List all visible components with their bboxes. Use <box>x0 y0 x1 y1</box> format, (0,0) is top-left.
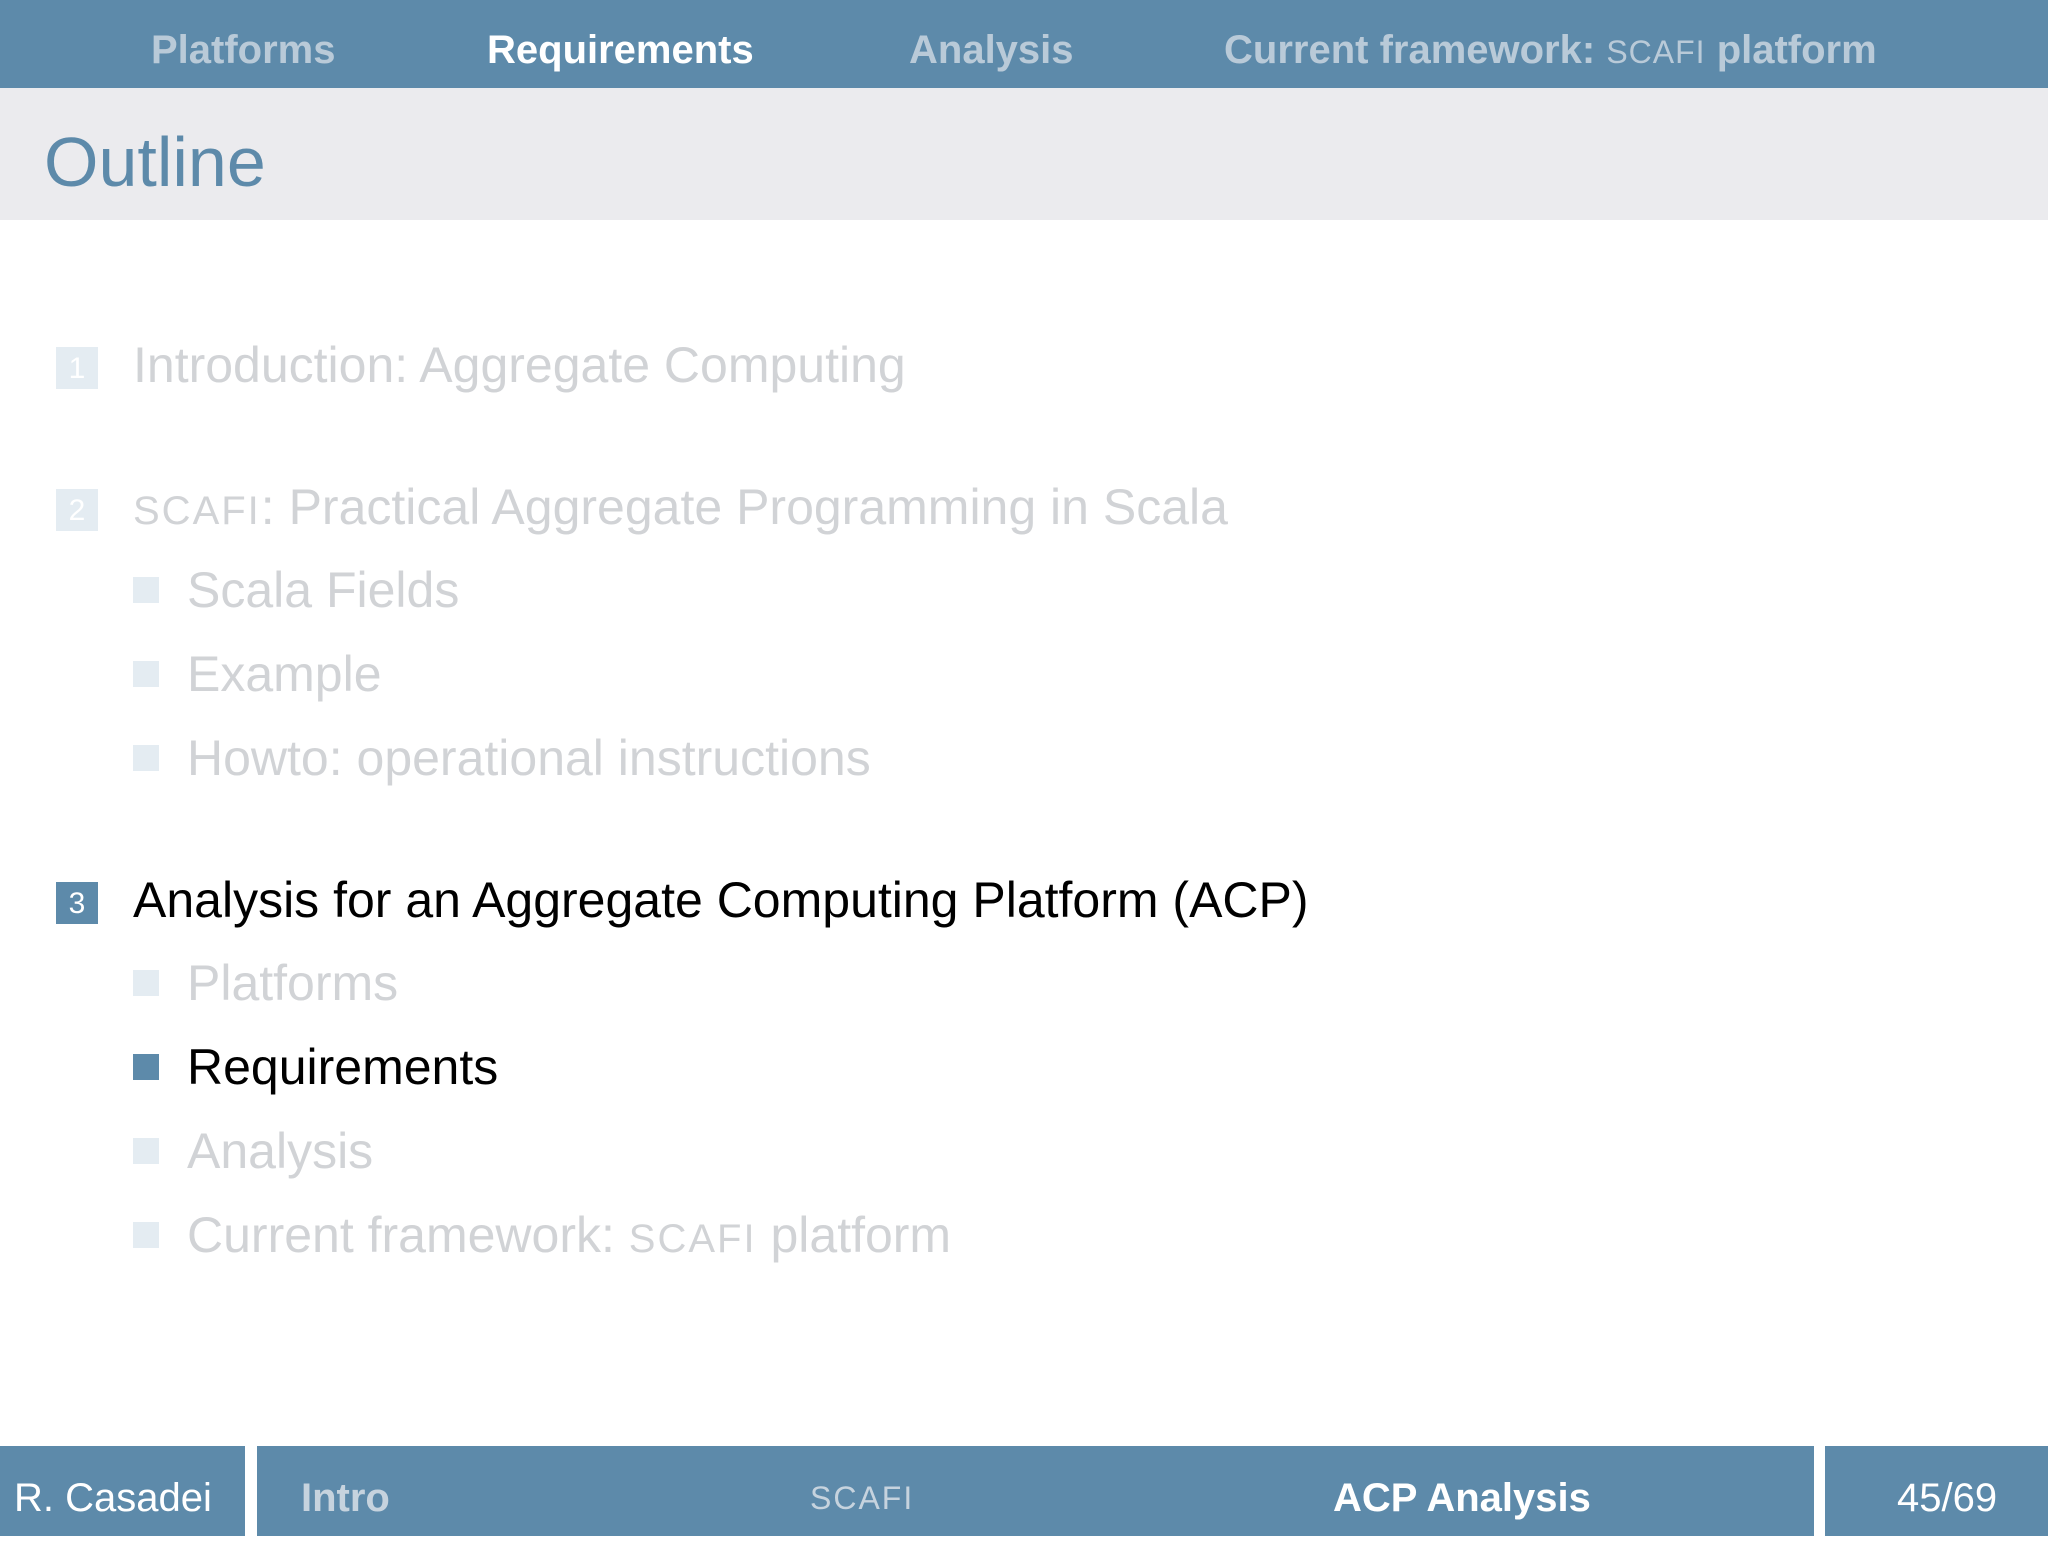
section-label: Introduction: Aggregate Computing <box>133 337 906 393</box>
footer-section-acp-analysis[interactable]: ACP Analysis <box>1333 1446 1591 1550</box>
section-label-rest: : Practical Aggregate Programming in Sca… <box>260 479 1228 535</box>
toc-subitem-current-framework[interactable]: Current framework: SCAFI platform <box>0 1197 2048 1269</box>
nav-item-platform-label: platform <box>1716 28 1877 72</box>
footer-author: R. Casadei <box>14 1476 212 1520</box>
subitem-label: Scala Fields <box>187 562 460 618</box>
nav-item-scafi-label: SCAFI <box>1606 34 1706 70</box>
toc-subitem-example[interactable]: Example <box>0 636 2048 708</box>
toc-subitem-scala-fields[interactable]: Scala Fields <box>0 552 2048 624</box>
toc-subitem-requirements[interactable]: Requirements <box>0 1029 2048 1101</box>
toc-section-1[interactable]: 1 Introduction: Aggregate Computing <box>0 325 2048 405</box>
toc-subitem-howto[interactable]: Howto: operational instructions <box>0 720 2048 792</box>
nav-item-requirements[interactable]: Requirements <box>487 0 754 100</box>
footer-bar: R. Casadei Intro SCAFI ACP Analysis 45/6… <box>0 1446 2048 1536</box>
frame-title-bar: Outline <box>0 88 2048 220</box>
square-bullet-icon <box>133 970 159 996</box>
square-bullet-icon <box>133 1054 159 1080</box>
nav-item-current-framework[interactable]: Current framework: SCAFI platform <box>1224 0 1877 100</box>
nav-item-current-framework-label: Current framework: <box>1224 28 1596 72</box>
footer-section-intro[interactable]: Intro <box>301 1446 390 1550</box>
subitem-label-tail: platform <box>756 1207 952 1263</box>
toc-subitem-platforms[interactable]: Platforms <box>0 945 2048 1017</box>
subitem-label-main: Current framework: <box>187 1207 629 1263</box>
square-bullet-icon <box>133 661 159 687</box>
toc-section-2[interactable]: 2 SCAFI: Practical Aggregate Programming… <box>0 467 2048 547</box>
section-number-badge: 1 <box>56 347 98 389</box>
page-title: Outline <box>44 123 266 201</box>
subitem-label: Platforms <box>187 955 399 1011</box>
footer-sections-segment: Intro SCAFI ACP Analysis <box>257 1446 1814 1536</box>
square-bullet-icon <box>133 745 159 771</box>
top-navigation-bar: Platforms Requirements Analysis Current … <box>0 0 2048 88</box>
section-number-badge: 3 <box>56 882 98 924</box>
subitem-label: Example <box>187 646 382 702</box>
section-label: Analysis for an Aggregate Computing Plat… <box>133 872 1309 928</box>
footer-section-scafi[interactable]: SCAFI <box>810 1446 914 1550</box>
page-number: 45/69 <box>1897 1476 1998 1520</box>
square-bullet-icon <box>133 577 159 603</box>
scafi-label: SCAFI <box>628 1217 757 1261</box>
subitem-label: Requirements <box>187 1039 499 1095</box>
section-number-badge: 2 <box>56 489 98 531</box>
section-label: SCAFI: Practical Aggregate Programming i… <box>133 467 1228 551</box>
footer-author-segment: R. Casadei <box>0 1446 245 1536</box>
subitem-label: Current framework: SCAFI platform <box>187 1197 951 1277</box>
square-bullet-icon <box>133 1138 159 1164</box>
toc-section-3[interactable]: 3 Analysis for an Aggregate Computing Pl… <box>0 860 2048 940</box>
toc-subitem-analysis[interactable]: Analysis <box>0 1113 2048 1185</box>
subitem-label: Analysis <box>187 1123 374 1179</box>
square-bullet-icon <box>133 1222 159 1248</box>
footer-page-segment: 45/69 <box>1825 1446 2048 1536</box>
subitem-label: Howto: operational instructions <box>187 730 871 786</box>
nav-item-analysis[interactable]: Analysis <box>909 0 1074 100</box>
scafi-label: SCAFI <box>133 489 261 533</box>
nav-item-platforms[interactable]: Platforms <box>151 0 336 100</box>
